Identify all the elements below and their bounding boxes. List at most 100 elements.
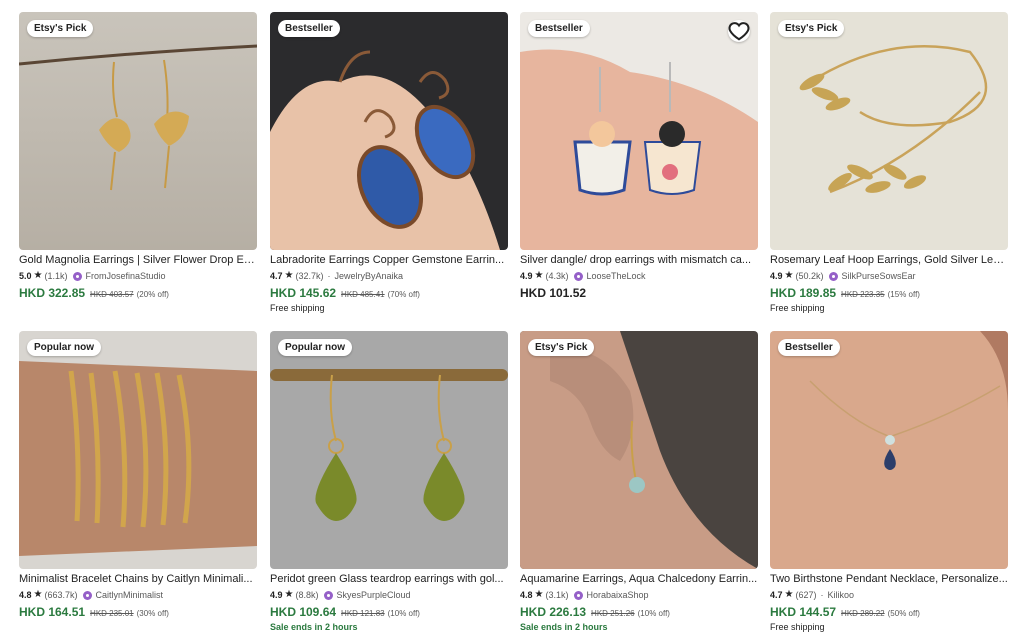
shop-avatar-icon — [573, 271, 583, 281]
star-icon: ★ — [33, 270, 43, 281]
rating-value: 4.9 — [770, 271, 783, 281]
listing-card[interactable]: Bestseller Silver dangle/ drop earrings … — [520, 12, 758, 300]
star-icon: ★ — [284, 270, 294, 281]
review-count: (1.1k) — [44, 271, 68, 281]
review-count: (8.8k) — [295, 590, 319, 600]
sale-ends-label: Sale ends in 2 hours — [520, 622, 608, 632]
listing-image[interactable]: Bestseller — [770, 331, 1008, 569]
listing-title[interactable]: Aquamarine Earrings, Aqua Chalcedony Ear… — [520, 573, 758, 586]
listing-title[interactable]: Silver dangle/ drop earrings with mismat… — [520, 254, 758, 267]
listing-meta: 4.9 ★ (4.3k) LooseTheLock — [520, 270, 758, 282]
discount-label: (15% off) — [887, 290, 920, 299]
discount-label: (30% off) — [136, 609, 169, 618]
listing-card[interactable]: Bestseller Labradorite Earrings Copper G… — [270, 12, 508, 314]
shop-name[interactable]: SilkPurseSowsEar — [842, 270, 916, 282]
price-row: HKD 322.85 HKD 403.57 (20% off) — [19, 286, 257, 300]
shop-name[interactable]: Kilikoo — [828, 589, 855, 601]
listing-photo — [770, 12, 1008, 250]
listing-meta: 4.7 ★ (32.7k) · JewelryByAnaika — [270, 270, 508, 282]
price-row: HKD 145.62 HKD 485.41 (70% off) — [270, 286, 508, 300]
listing-card[interactable]: Etsy's Pick Aquamarine Earrings, Aqua Ch… — [520, 331, 758, 633]
listing-badge: Etsy's Pick — [778, 20, 845, 37]
price-row: HKD 226.13 HKD 251.26 (10% off) — [520, 605, 758, 619]
sale-price: HKD 322.85 — [19, 286, 86, 300]
listing-badge: Bestseller — [778, 339, 840, 356]
shop-name[interactable]: CaitlynMinimalist — [96, 589, 164, 601]
original-price: HKD 403.57 — [90, 290, 134, 299]
free-shipping-label: Free shipping — [270, 303, 325, 313]
rating-value: 4.8 — [520, 590, 533, 600]
discount-label: (10% off) — [637, 609, 670, 618]
listing-card[interactable]: Bestseller Two Birthstone Pendant Neckla… — [770, 331, 1008, 633]
original-price: HKD 121.83 — [341, 609, 385, 618]
listing-card[interactable]: Popular now Peridot green Glass teardrop… — [270, 331, 508, 633]
listing-photo — [19, 331, 257, 569]
listing-title[interactable]: Rosemary Leaf Hoop Earrings, Gold Silver… — [770, 254, 1008, 267]
listing-meta: 4.9 ★ (8.8k) SkyesPurpleCloud — [270, 589, 508, 601]
free-shipping-label: Free shipping — [770, 622, 825, 632]
listing-photo — [19, 12, 257, 250]
review-count: (3.1k) — [545, 590, 569, 600]
listing-image[interactable]: Etsy's Pick — [19, 12, 257, 250]
review-count: (4.3k) — [545, 271, 569, 281]
separator-dot: · — [327, 271, 331, 281]
rating-value: 4.9 — [270, 590, 283, 600]
price-row: HKD 109.64 HKD 121.83 (10% off) — [270, 605, 508, 619]
listing-photo — [520, 331, 758, 569]
rating-value: 4.9 — [520, 271, 533, 281]
listing-title[interactable]: Minimalist Bracelet Chains by Caitlyn Mi… — [19, 573, 257, 586]
listing-badge: Bestseller — [278, 20, 340, 37]
discount-label: (20% off) — [136, 290, 169, 299]
shop-avatar-icon — [828, 271, 838, 281]
star-icon: ★ — [784, 589, 794, 600]
star-icon: ★ — [534, 270, 544, 281]
separator-dot: · — [820, 590, 824, 600]
shop-name[interactable]: LooseTheLock — [587, 270, 646, 282]
listing-image[interactable]: Popular now — [19, 331, 257, 569]
review-count: (32.7k) — [295, 271, 324, 281]
listing-image[interactable]: Bestseller — [270, 12, 508, 250]
listing-image[interactable]: Etsy's Pick — [520, 331, 758, 569]
rating-value: 4.8 — [19, 590, 32, 600]
rating-value: 5.0 — [19, 271, 32, 281]
shop-name[interactable]: FromJosefinaStudio — [86, 270, 166, 282]
listing-image[interactable]: Popular now — [270, 331, 508, 569]
original-price: HKD 251.26 — [591, 609, 635, 618]
free-shipping-label: Free shipping — [770, 303, 825, 313]
shop-avatar-icon — [72, 271, 82, 281]
listing-image[interactable]: Etsy's Pick — [770, 12, 1008, 250]
listing-card[interactable]: Popular now Minimalist Bracelet Chains b… — [19, 331, 257, 619]
listing-title[interactable]: Gold Magnolia Earrings | Silver Flower D… — [19, 254, 257, 267]
listing-meta: 4.7 ★ (627) · Kilikoo — [770, 589, 1008, 601]
original-price: HKD 223.35 — [841, 290, 885, 299]
shop-name[interactable]: HorabaixaShop — [587, 589, 649, 601]
listing-title[interactable]: Labradorite Earrings Copper Gemstone Ear… — [270, 254, 508, 267]
shop-avatar-icon — [82, 590, 92, 600]
sale-price: HKD 144.57 — [770, 605, 837, 619]
heart-icon — [728, 22, 750, 41]
listing-card[interactable]: Etsy's Pick Gold Magnolia Earrings | Sil… — [19, 12, 257, 300]
rating-value: 4.7 — [770, 590, 783, 600]
listing-image[interactable]: Bestseller — [520, 12, 758, 250]
listing-badge: Popular now — [278, 339, 352, 356]
listing-meta: 4.8 ★ (663.7k) CaitlynMinimalist — [19, 589, 257, 601]
shop-name[interactable]: JewelryByAnaika — [335, 270, 404, 282]
listing-photo — [770, 331, 1008, 569]
shop-name[interactable]: SkyesPurpleCloud — [337, 589, 411, 601]
discount-label: (70% off) — [387, 290, 420, 299]
price-row: HKD 101.52 — [520, 286, 758, 300]
listing-card[interactable]: Etsy's Pick Rosemary Leaf Hoop Earrings,… — [770, 12, 1008, 314]
price: HKD 101.52 — [520, 286, 587, 300]
sale-price: HKD 109.64 — [270, 605, 337, 619]
listing-meta: 4.8 ★ (3.1k) HorabaixaShop — [520, 589, 758, 601]
favorite-button[interactable] — [728, 20, 750, 42]
listing-badge: Etsy's Pick — [528, 339, 595, 356]
review-count: (663.7k) — [44, 590, 78, 600]
review-count: (627) — [795, 590, 817, 600]
listing-title[interactable]: Two Birthstone Pendant Necklace, Persona… — [770, 573, 1008, 586]
review-count: (50.2k) — [795, 271, 824, 281]
discount-label: (10% off) — [387, 609, 420, 618]
listing-title[interactable]: Peridot green Glass teardrop earrings wi… — [270, 573, 508, 586]
sale-price: HKD 226.13 — [520, 605, 587, 619]
sale-price: HKD 189.85 — [770, 286, 837, 300]
